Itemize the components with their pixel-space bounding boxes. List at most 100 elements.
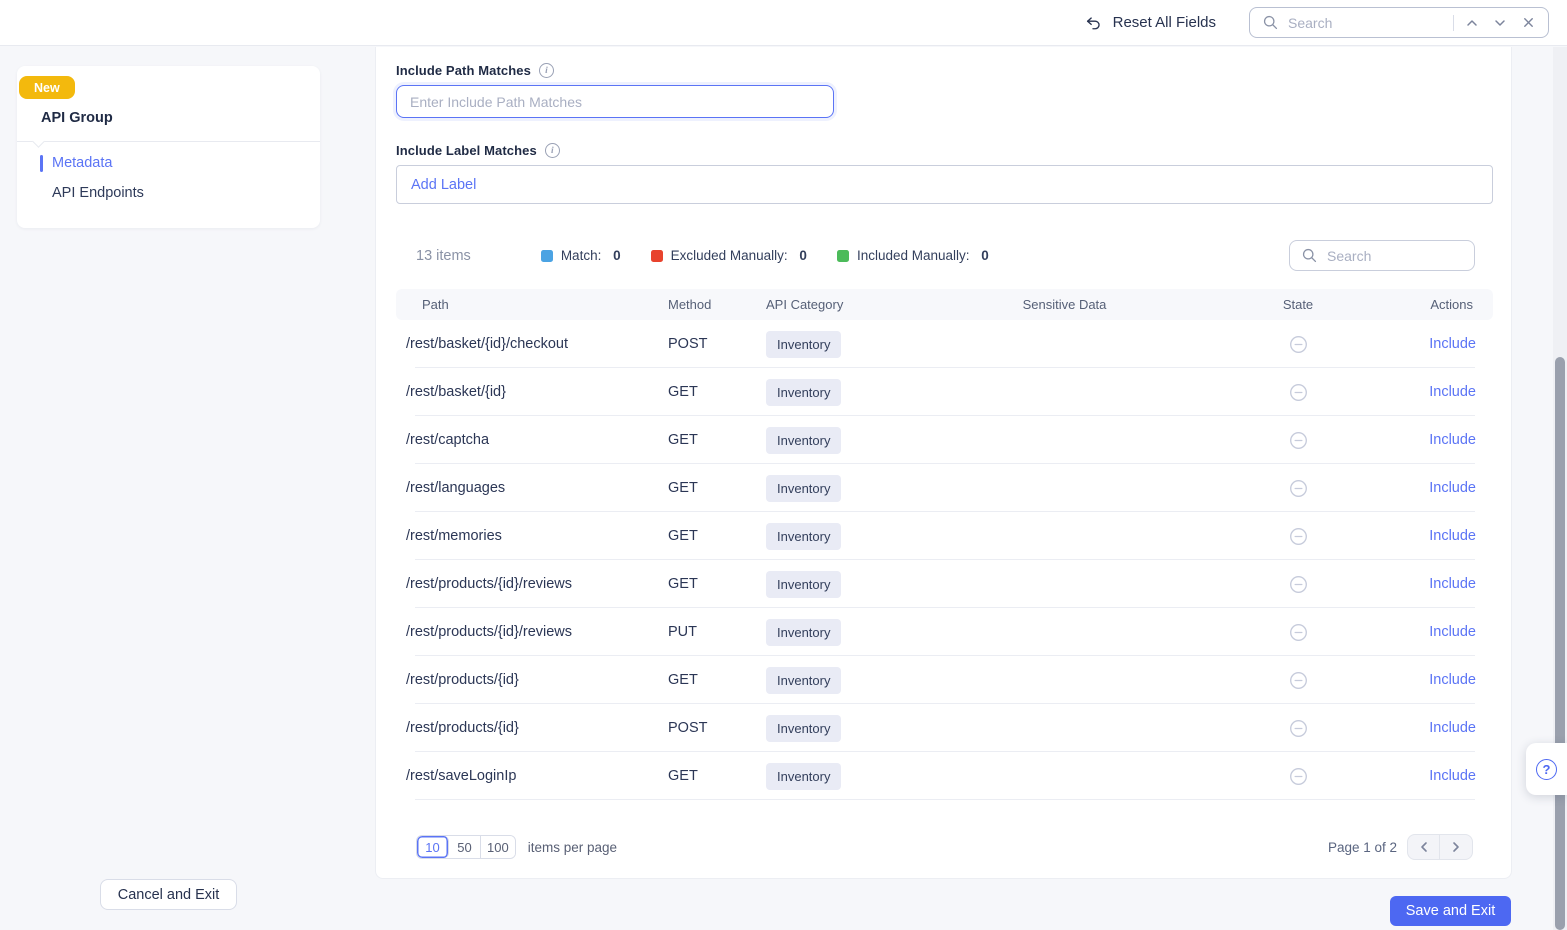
page-indicator: Page 1 of 2 bbox=[1328, 840, 1397, 855]
chevron-up-icon[interactable] bbox=[1462, 13, 1482, 33]
reset-all-fields-button[interactable]: Reset All Fields bbox=[1083, 13, 1216, 33]
actions-cell: Include bbox=[1373, 432, 1493, 448]
minus-circle-icon[interactable] bbox=[1288, 670, 1308, 690]
topbar: Reset All Fields bbox=[0, 0, 1567, 46]
info-icon[interactable]: i bbox=[539, 63, 554, 78]
minus-circle-icon[interactable] bbox=[1288, 766, 1308, 786]
legend-color-swatch bbox=[837, 250, 849, 262]
sidebar-divider-notch bbox=[32, 135, 45, 148]
topbar-search bbox=[1249, 7, 1549, 38]
include-action-link[interactable]: Include bbox=[1429, 336, 1476, 352]
endpoint-path: /rest/products/{id}/reviews bbox=[396, 576, 668, 592]
column-header-path: Path bbox=[396, 297, 668, 312]
table-search-input[interactable] bbox=[1327, 248, 1465, 264]
search-icon bbox=[1299, 246, 1319, 266]
legend-count: 0 bbox=[799, 248, 807, 263]
api-group-title: API Group bbox=[41, 110, 113, 126]
next-page-button[interactable] bbox=[1440, 835, 1472, 859]
endpoint-method: GET bbox=[668, 528, 766, 544]
legend-label: Match: bbox=[561, 248, 605, 263]
endpoint-path: /rest/captcha bbox=[396, 432, 668, 448]
actions-cell: Include bbox=[1373, 336, 1493, 352]
api-category-badge: Inventory bbox=[766, 571, 841, 598]
page-size-group: 1050100 bbox=[416, 835, 516, 859]
actions-cell: Include bbox=[1373, 384, 1493, 400]
help-button[interactable]: ? bbox=[1526, 743, 1567, 795]
table-row: /rest/products/{id}/reviewsGETInventoryI… bbox=[396, 560, 1493, 608]
minus-circle-icon[interactable] bbox=[1288, 478, 1308, 498]
legend-count: 0 bbox=[613, 248, 621, 263]
endpoint-path: /rest/basket/{id} bbox=[396, 384, 668, 400]
api-category-cell: Inventory bbox=[766, 475, 906, 502]
page-size-button-100[interactable]: 100 bbox=[481, 836, 515, 858]
column-header-sensitive-data: Sensitive Data bbox=[906, 297, 1223, 312]
scrollbar-track[interactable] bbox=[1553, 47, 1567, 930]
include-action-link[interactable]: Include bbox=[1429, 576, 1476, 592]
endpoints-table: PathMethodAPI CategorySensitive DataStat… bbox=[396, 289, 1493, 800]
minus-circle-icon[interactable] bbox=[1288, 526, 1308, 546]
info-icon[interactable]: i bbox=[545, 143, 560, 158]
include-label-matches-field-label: Include Label Matches i bbox=[396, 143, 1491, 158]
reset-icon bbox=[1083, 13, 1103, 33]
table-row: /rest/captchaGETInventory Include bbox=[396, 416, 1493, 464]
endpoint-path: /rest/basket/{id}/checkout bbox=[396, 336, 668, 352]
legend-count: 0 bbox=[981, 248, 989, 263]
table-header-row: PathMethodAPI CategorySensitive DataStat… bbox=[396, 289, 1493, 320]
table-row: /rest/products/{id}GETInventoryInclude bbox=[396, 656, 1493, 704]
include-action-link[interactable]: Include bbox=[1429, 624, 1476, 640]
minus-circle-icon[interactable] bbox=[1288, 718, 1308, 738]
close-icon[interactable] bbox=[1518, 13, 1538, 33]
include-action-link[interactable]: Include bbox=[1429, 384, 1476, 400]
sidebar-item-api-endpoints[interactable]: API Endpoints bbox=[52, 185, 144, 201]
include-action-link[interactable]: Include bbox=[1429, 432, 1476, 448]
minus-circle-icon[interactable] bbox=[1288, 334, 1308, 354]
api-category-badge: Inventory bbox=[766, 619, 841, 646]
page-size-button-10[interactable]: 10 bbox=[417, 836, 449, 858]
items-count: 13 items bbox=[416, 248, 471, 264]
state-cell bbox=[1223, 670, 1373, 690]
minus-circle-icon[interactable] bbox=[1288, 430, 1308, 450]
sidebar-item-metadata[interactable]: Metadata bbox=[52, 155, 112, 171]
api-category-badge: Inventory bbox=[766, 427, 841, 454]
include-action-link[interactable]: Include bbox=[1429, 672, 1476, 688]
minus-circle-icon[interactable] bbox=[1288, 574, 1308, 594]
include-action-link[interactable]: Include bbox=[1429, 528, 1476, 544]
include-path-matches-input[interactable] bbox=[396, 85, 834, 118]
minus-circle-icon[interactable] bbox=[1288, 622, 1308, 642]
actions-cell: Include bbox=[1373, 624, 1493, 640]
search-icon bbox=[1260, 13, 1280, 33]
api-category-badge: Inventory bbox=[766, 715, 841, 742]
chevron-down-icon[interactable] bbox=[1490, 13, 1510, 33]
add-label-button[interactable]: Add Label bbox=[411, 177, 476, 193]
api-category-badge: Inventory bbox=[766, 475, 841, 502]
table-row: /rest/memoriesGETInventoryInclude bbox=[396, 512, 1493, 560]
topbar-search-input[interactable] bbox=[1288, 15, 1445, 31]
endpoint-method: PUT bbox=[668, 624, 766, 640]
page-size-button-50[interactable]: 50 bbox=[449, 836, 481, 858]
legend-label: Included Manually: bbox=[857, 248, 973, 263]
column-header-method: Method bbox=[668, 297, 766, 312]
include-action-link[interactable]: Include bbox=[1429, 720, 1476, 736]
legend: Match: 0Excluded Manually: 0Included Man… bbox=[541, 248, 989, 263]
column-header-api-category: API Category bbox=[766, 297, 906, 312]
sidebar-item-label: Metadata bbox=[52, 155, 112, 171]
endpoint-path: /rest/memories bbox=[396, 528, 668, 544]
previous-page-button[interactable] bbox=[1408, 835, 1440, 859]
actions-cell: Include bbox=[1373, 480, 1493, 496]
cancel-and-exit-button[interactable]: Cancel and Exit bbox=[100, 879, 237, 910]
endpoint-method: POST bbox=[668, 336, 766, 352]
endpoint-method: GET bbox=[668, 432, 766, 448]
api-group-card: New API Group Metadata API Endpoints bbox=[17, 66, 320, 228]
table-row: /rest/products/{id}/reviewsPUTInventoryI… bbox=[396, 608, 1493, 656]
save-and-exit-button[interactable]: Save and Exit bbox=[1390, 896, 1511, 926]
endpoint-path: /rest/products/{id} bbox=[396, 720, 668, 736]
state-cell bbox=[1223, 622, 1373, 642]
state-cell bbox=[1223, 382, 1373, 402]
include-action-link[interactable]: Include bbox=[1429, 480, 1476, 496]
reset-all-fields-label: Reset All Fields bbox=[1113, 14, 1216, 31]
api-category-cell: Inventory bbox=[766, 763, 906, 790]
minus-circle-icon[interactable] bbox=[1288, 382, 1308, 402]
include-action-link[interactable]: Include bbox=[1429, 768, 1476, 784]
scrollbar-thumb[interactable] bbox=[1555, 357, 1565, 930]
endpoint-method: POST bbox=[668, 720, 766, 736]
